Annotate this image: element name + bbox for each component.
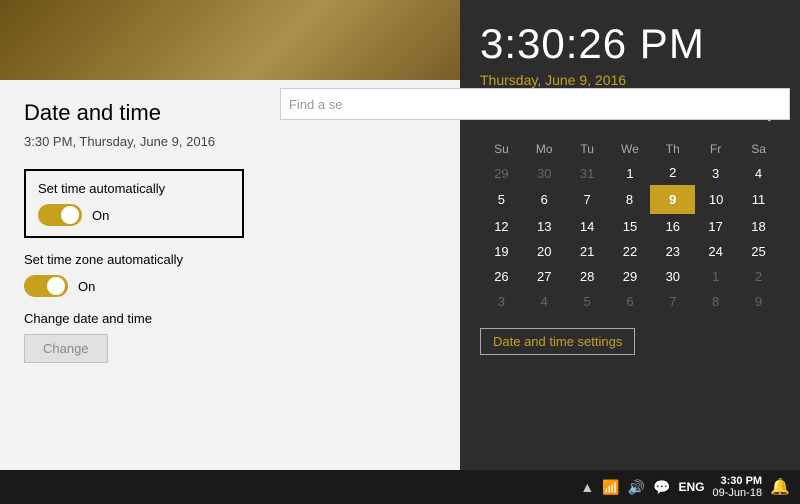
taskbar-clock[interactable]: 3:30 PM 09-Jun-18 [713, 475, 763, 499]
background-image [0, 0, 460, 80]
taskbar: ▲ 📶 🔊 💬 ENG 3:30 PM 09-Jun-18 🔔 [0, 470, 800, 504]
up-arrow-icon[interactable]: ▲ [580, 479, 594, 495]
calendar-week-row: 19202122232425 [480, 239, 780, 264]
search-bar[interactable]: Find a se [280, 88, 790, 120]
calendar-day[interactable]: 26 [480, 264, 523, 289]
calendar-day[interactable]: 2 [651, 160, 694, 186]
auto-time-toggle-row: On [38, 204, 230, 226]
volume-icon[interactable]: 🔊 [628, 479, 645, 496]
calendar-day[interactable]: 5 [566, 289, 609, 314]
calendar-day[interactable]: 5 [480, 186, 523, 213]
notification-area: ▲ 📶 🔊 💬 [580, 479, 670, 496]
day-header-su: Su [480, 138, 523, 160]
calendar-day[interactable]: 10 [694, 186, 737, 213]
auto-timezone-section: Set time zone automatically On [24, 252, 436, 297]
calendar-day[interactable]: 14 [566, 213, 609, 239]
auto-timezone-label: Set time zone automatically [24, 252, 436, 267]
calendar-day[interactable]: 2 [737, 264, 780, 289]
calendar-day[interactable]: 6 [523, 186, 566, 213]
calendar-grid: Su Mo Tu We Th Fr Sa 2930311234567891011… [480, 138, 780, 314]
day-header-mo: Mo [523, 138, 566, 160]
calendar-day[interactable]: 3 [694, 160, 737, 186]
calendar-day[interactable]: 4 [737, 160, 780, 186]
current-time-display: 3:30 PM, Thursday, June 9, 2016 [24, 134, 436, 149]
day-header-th: Th [651, 138, 694, 160]
calendar-day[interactable]: 31 [566, 160, 609, 186]
calendar-week-row: 12131415161718 [480, 213, 780, 239]
calendar-day[interactable]: 30 [651, 264, 694, 289]
calendar-day[interactable]: 27 [523, 264, 566, 289]
message-icon[interactable]: 💬 [653, 479, 670, 496]
calendar-day[interactable]: 9 [651, 186, 694, 213]
notification-bell-icon[interactable]: 🔔 [770, 477, 790, 497]
calendar-day[interactable]: 9 [737, 289, 780, 314]
calendar-day[interactable]: 21 [566, 239, 609, 264]
calendar-day[interactable]: 6 [609, 289, 652, 314]
taskbar-time-value: 3:30 PM [713, 475, 763, 487]
auto-timezone-state: On [78, 279, 95, 294]
calendar-week-row: 262728293012 [480, 264, 780, 289]
day-header-tu: Tu [566, 138, 609, 160]
calendar-day[interactable]: 15 [609, 213, 652, 239]
calendar-day[interactable]: 18 [737, 213, 780, 239]
auto-timezone-toggle-row: On [24, 275, 436, 297]
calendar-day[interactable]: 4 [523, 289, 566, 314]
change-datetime-section: Change date and time Change [24, 311, 436, 363]
calendar-day[interactable]: 7 [566, 186, 609, 213]
calendar-day[interactable]: 24 [694, 239, 737, 264]
search-text: Find a se [289, 97, 342, 112]
calendar-day[interactable]: 12 [480, 213, 523, 239]
calendar-day[interactable]: 3 [480, 289, 523, 314]
clock-panel: 3:30:26 PM Thursday, June 9, 2016 June 2… [460, 0, 800, 470]
calendar-day[interactable]: 1 [694, 264, 737, 289]
calendar-day[interactable]: 28 [566, 264, 609, 289]
calendar-day[interactable]: 20 [523, 239, 566, 264]
calendar-day[interactable]: 22 [609, 239, 652, 264]
day-header-sa: Sa [737, 138, 780, 160]
calendar-day[interactable]: 23 [651, 239, 694, 264]
auto-time-toggle[interactable] [38, 204, 82, 226]
calendar-header-row: Su Mo Tu We Th Fr Sa [480, 138, 780, 160]
taskbar-date-value: 09-Jun-18 [713, 487, 763, 499]
change-datetime-label: Change date and time [24, 311, 436, 326]
calendar-day[interactable]: 8 [609, 186, 652, 213]
auto-time-section: Set time automatically On [24, 169, 244, 238]
calendar-day[interactable]: 29 [609, 264, 652, 289]
change-button[interactable]: Change [24, 334, 108, 363]
calendar-day[interactable]: 11 [737, 186, 780, 213]
calendar-day[interactable]: 13 [523, 213, 566, 239]
calendar-day[interactable]: 1 [609, 160, 652, 186]
calendar-week-row: 567891011 [480, 186, 780, 213]
datetime-settings-link[interactable]: Date and time settings [480, 328, 635, 355]
calendar-day[interactable]: 30 [523, 160, 566, 186]
calendar-day[interactable]: 19 [480, 239, 523, 264]
auto-timezone-toggle[interactable] [24, 275, 68, 297]
calendar-day[interactable]: 17 [694, 213, 737, 239]
language-indicator[interactable]: ENG [679, 480, 705, 494]
network-icon: 📶 [602, 479, 619, 496]
calendar-week-row: 2930311234 [480, 160, 780, 186]
auto-time-state: On [92, 208, 109, 223]
calendar-day[interactable]: 25 [737, 239, 780, 264]
clock-time: 3:30:26 PM [480, 20, 780, 68]
settings-panel: Date and time 3:30 PM, Thursday, June 9,… [0, 80, 460, 470]
day-header-we: We [609, 138, 652, 160]
day-header-fr: Fr [694, 138, 737, 160]
calendar-day[interactable]: 29 [480, 160, 523, 186]
calendar-day[interactable]: 8 [694, 289, 737, 314]
auto-time-label: Set time automatically [38, 181, 230, 196]
calendar-week-row: 3456789 [480, 289, 780, 314]
clock-date: Thursday, June 9, 2016 [480, 72, 780, 88]
calendar-day[interactable]: 7 [651, 289, 694, 314]
calendar-day[interactable]: 16 [651, 213, 694, 239]
